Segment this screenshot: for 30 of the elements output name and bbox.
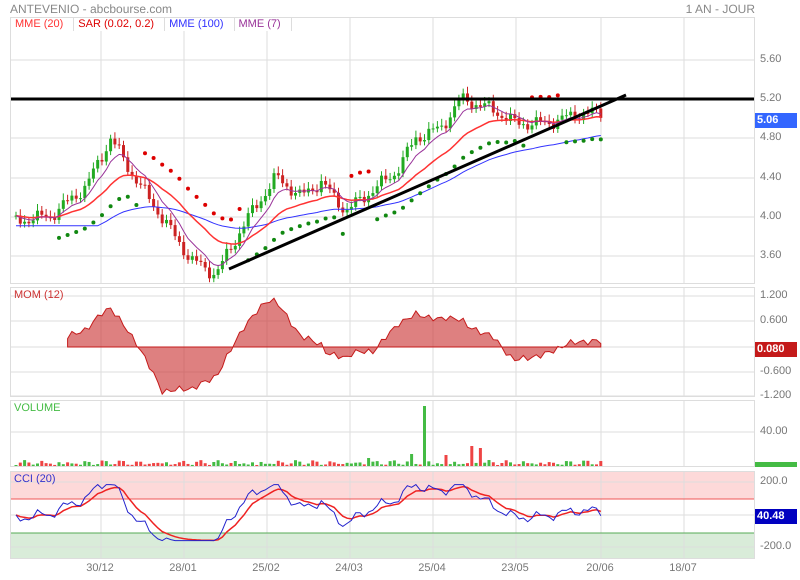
axis-label: 0.600 — [760, 314, 788, 327]
legend-item: MME (7) — [234, 18, 292, 31]
last-value-tag: 40.48 — [755, 509, 797, 524]
axis-label: 30/12 — [85, 562, 115, 575]
axis-label: -200.0 — [760, 540, 792, 553]
panel-label: MOM (12) — [14, 289, 64, 302]
axis-label: 25/04 — [417, 562, 447, 575]
axis-label: 5.20 — [760, 92, 782, 105]
chart-title: ANTEVENIO - abcbourse.com — [10, 2, 172, 14]
panel-label: CCI (20) — [14, 473, 56, 486]
last-value-tag: 0.080 — [755, 342, 797, 357]
axis-label: 24/03 — [334, 562, 364, 575]
axis-label: 5.60 — [760, 53, 782, 66]
axis-label: 1.200 — [760, 289, 788, 302]
axis-label: 200.0 — [760, 475, 788, 488]
axis-label: 18/07 — [668, 562, 698, 575]
axis-label: 23/05 — [500, 562, 530, 575]
panel-label: VOLUME — [14, 402, 60, 415]
axis-label: 40.00 — [760, 425, 788, 438]
axis-label: 25/02 — [251, 562, 281, 575]
axis-label: 28/01 — [168, 562, 198, 575]
axis-label: 4.00 — [760, 210, 782, 223]
axis-label: 4.80 — [760, 131, 782, 144]
axis-label: 20/06 — [585, 562, 615, 575]
axis-label: -0.600 — [760, 365, 792, 378]
axis-label: 3.60 — [760, 249, 782, 262]
period-label: 1 AN - JOUR — [686, 2, 755, 14]
axis-label: 4.40 — [760, 171, 782, 184]
axis-label: -1.200 — [760, 389, 792, 402]
last-value-tag: 5.06 — [755, 113, 797, 128]
